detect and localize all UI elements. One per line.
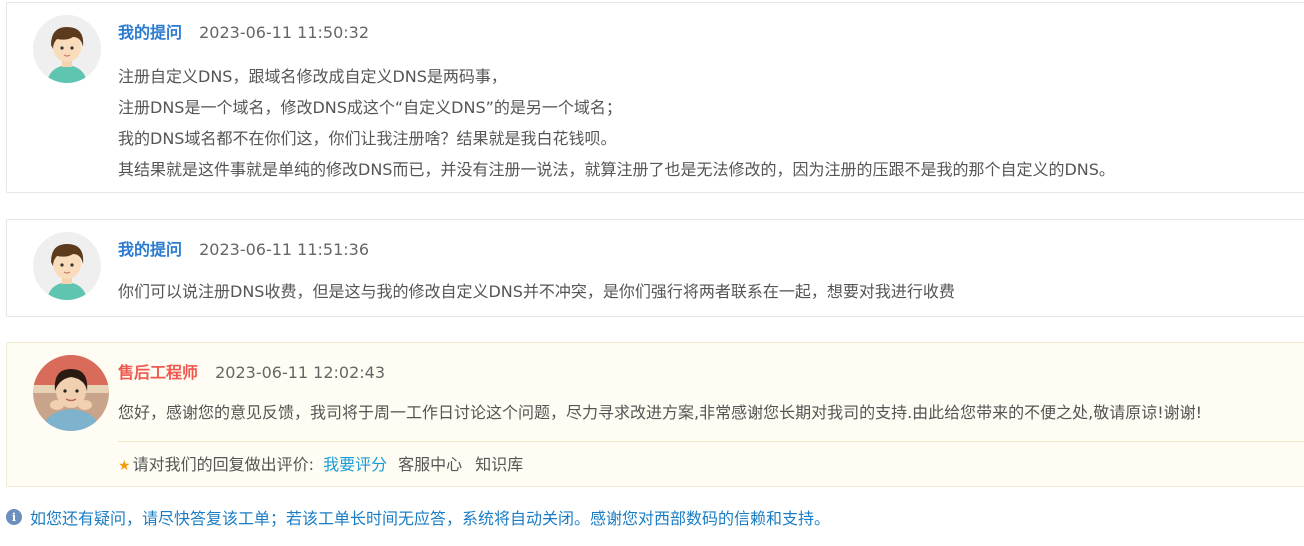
star-icon: ★ bbox=[118, 458, 131, 474]
info-icon: i bbox=[6, 509, 22, 525]
author-label: 售后工程师 bbox=[118, 363, 199, 382]
timestamp: 2023-06-11 12:02:43 bbox=[215, 363, 386, 382]
staff-avatar bbox=[33, 355, 109, 431]
message-header: 我的提问 2023-06-11 11:50:32 bbox=[118, 19, 369, 43]
auto-close-notice: i 如您还有疑问，请尽快答复该工单；若该工单长时间无应答，系统将自动关闭。感谢您… bbox=[6, 505, 830, 529]
timestamp: 2023-06-11 11:51:36 bbox=[199, 240, 370, 259]
user-avatar bbox=[33, 232, 101, 300]
message-line: 注册DNS是一个域名，修改DNS成这个“自定义DNS”的是另一个域名； bbox=[118, 98, 622, 117]
author-label: 我的提问 bbox=[118, 23, 183, 42]
message-line: 其结果就是这件事就是单纯的修改DNS而已，并没有注册一说法，就算注册了也是无法修… bbox=[118, 160, 1115, 179]
message-body: 注册自定义DNS，跟域名修改成自定义DNS是两码事， 注册DNS是一个域名，修改… bbox=[118, 61, 1115, 185]
message-body: 您好，感谢您的意见反馈，我司将于周一工作日讨论这个问题，尽力寻求改进方案,非常感… bbox=[118, 399, 1202, 427]
divider bbox=[118, 441, 1304, 442]
user-avatar bbox=[33, 15, 101, 83]
rating-row: ★ 请对我们的回复做出评价: 我要评分 客服中心 知识库 bbox=[118, 451, 523, 475]
timestamp: 2023-06-11 11:50:32 bbox=[199, 23, 370, 42]
author-label: 我的提问 bbox=[118, 240, 183, 259]
knowledge-base-link[interactable]: 知识库 bbox=[475, 455, 523, 474]
notice-text: 如您还有疑问，请尽快答复该工单；若该工单长时间无应答，系统将自动关闭。感谢您对西… bbox=[30, 509, 831, 528]
message-body: 你们可以说注册DNS收费，但是这与我的修改自定义DNS并不冲突，是你们强行将两者… bbox=[118, 278, 955, 306]
message-line: 我的DNS域名都不在你们这，你们让我注册啥？结果就是我白花钱呗。 bbox=[118, 129, 617, 148]
staff-reply-card: 售后工程师 2023-06-11 12:02:43 您好，感谢您的意见反馈，我司… bbox=[6, 342, 1304, 487]
message-header: 售后工程师 2023-06-11 12:02:43 bbox=[118, 359, 385, 383]
message-line: 你们可以说注册DNS收费，但是这与我的修改自定义DNS并不冲突，是你们强行将两者… bbox=[118, 282, 955, 301]
service-center-link[interactable]: 客服中心 bbox=[398, 455, 462, 474]
message-header: 我的提问 2023-06-11 11:51:36 bbox=[118, 236, 369, 260]
message-line: 您好，感谢您的意见反馈，我司将于周一工作日讨论这个问题，尽力寻求改进方案,非常感… bbox=[118, 403, 1203, 422]
message-card: 我的提问 2023-06-11 11:50:32 注册自定义DNS，跟域名修改成… bbox=[6, 2, 1304, 193]
rate-link[interactable]: 我要评分 bbox=[323, 455, 387, 474]
message-card: 我的提问 2023-06-11 11:51:36 你们可以说注册DNS收费，但是… bbox=[6, 219, 1304, 317]
message-line: 注册自定义DNS，跟域名修改成自定义DNS是两码事， bbox=[118, 67, 507, 86]
rating-prompt: 请对我们的回复做出评价: bbox=[132, 455, 314, 474]
